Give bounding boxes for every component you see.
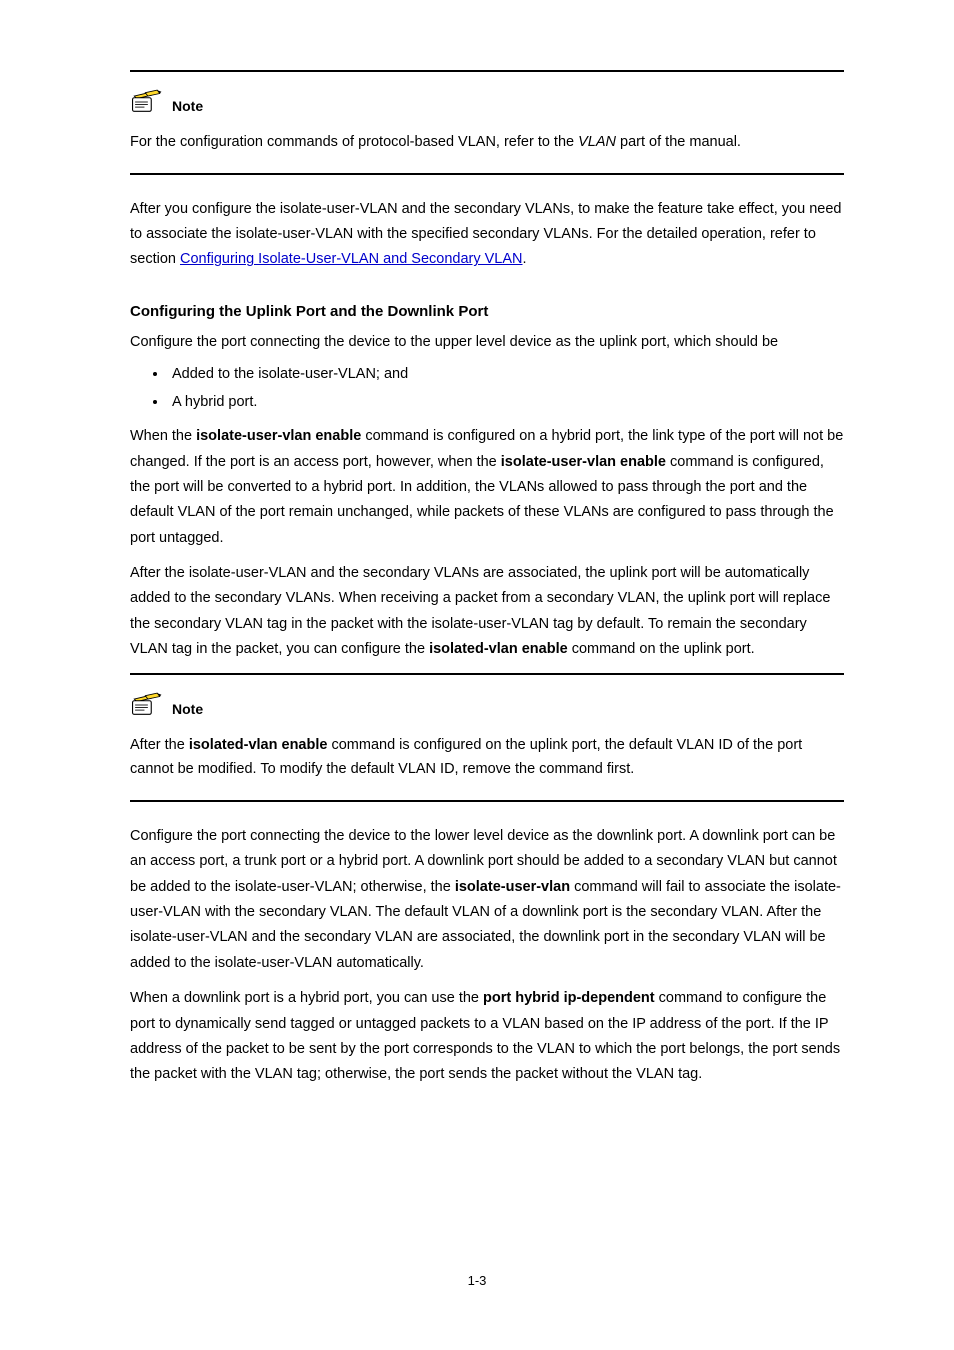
- command-keyword: isolated-vlan enable: [429, 641, 568, 657]
- downlink-p2: When a downlink port is a hybrid port, y…: [130, 986, 844, 1088]
- section-heading: Configuring the Uplink Port and the Down…: [130, 303, 844, 320]
- command-keyword: isolate-user-vlan enable: [196, 428, 361, 444]
- command-keyword: isolate-user-vlan enable: [501, 454, 666, 470]
- uplink-p3-seg2: command on the uplink port.: [568, 641, 755, 657]
- note-1-body: For the configuration commands of protoc…: [130, 130, 844, 155]
- command-keyword: isolate-user-vlan: [455, 879, 570, 895]
- note-1-text-italic: VLAN: [578, 134, 616, 150]
- note-1-header: Note: [130, 88, 844, 116]
- command-keyword: isolated-vlan enable: [189, 737, 328, 753]
- note-2-seg1: After the: [130, 737, 189, 753]
- intro-text-suffix: .: [523, 251, 527, 267]
- note-block-1: Note For the configuration commands of p…: [130, 70, 844, 175]
- note-icon: [130, 691, 164, 719]
- list-item: Added to the isolate-user-VLAN; and: [168, 361, 844, 389]
- uplink-p2: When the isolate-user-vlan enable comman…: [130, 424, 844, 551]
- uplink-p2-seg1: When the: [130, 428, 196, 444]
- page-number: 1-3: [0, 1273, 954, 1288]
- note-2-header: Note: [130, 691, 844, 719]
- intro-paragraph: After you configure the isolate-user-VLA…: [130, 197, 844, 273]
- intro-link[interactable]: Configuring Isolate-User-VLAN and Second…: [180, 251, 523, 267]
- note-icon: [130, 88, 164, 116]
- uplink-p3: After the isolate-user-VLAN and the seco…: [130, 561, 844, 663]
- list-item: A hybrid port.: [168, 389, 844, 417]
- note-2-label: Note: [172, 701, 203, 719]
- uplink-requirements-list: Added to the isolate-user-VLAN; and A hy…: [130, 361, 844, 416]
- note-1-text-prefix: For the configuration commands of protoc…: [130, 134, 578, 150]
- note-1-text-suffix: part of the manual.: [616, 134, 741, 150]
- note-2-body: After the isolated-vlan enable command i…: [130, 733, 844, 782]
- uplink-p1: Configure the port connecting the device…: [130, 330, 844, 355]
- note-2-rule-top: [130, 673, 844, 675]
- note-1-label: Note: [172, 98, 203, 116]
- command-keyword: port hybrid ip-dependent: [483, 990, 655, 1006]
- note-1-rule-top: [130, 70, 844, 72]
- downlink-p2-seg1: When a downlink port is a hybrid port, y…: [130, 990, 483, 1006]
- note-block-2: Note After the isolated-vlan enable comm…: [130, 673, 844, 802]
- downlink-p1: Configure the port connecting the device…: [130, 824, 844, 976]
